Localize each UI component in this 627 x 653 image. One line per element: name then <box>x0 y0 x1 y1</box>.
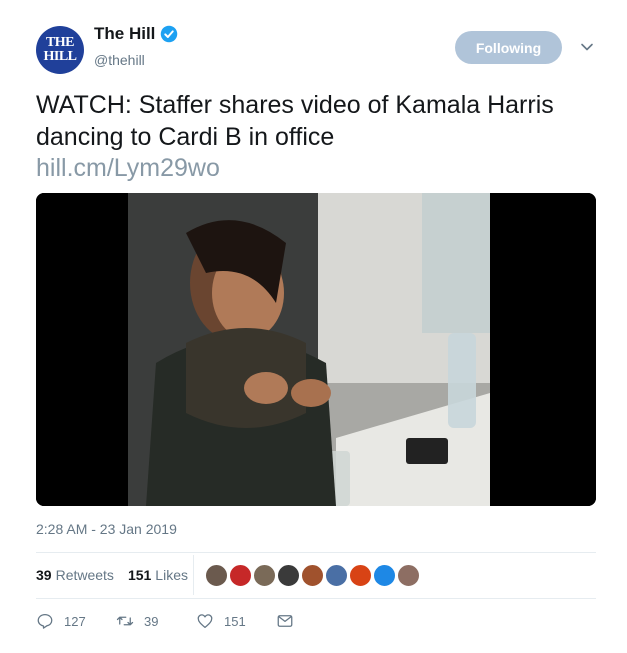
avatar-text-line1: THE <box>45 35 75 50</box>
account-handle[interactable]: @thehill <box>94 52 145 68</box>
verified-badge-icon <box>161 25 178 43</box>
liker-avatar[interactable] <box>373 564 396 587</box>
video-frame <box>36 193 596 506</box>
liker-avatars <box>205 564 421 587</box>
likes-stat[interactable]: 151 Likes <box>128 567 188 583</box>
liker-avatar[interactable] <box>253 564 276 587</box>
like-icon <box>197 614 213 629</box>
video-player[interactable] <box>36 193 596 506</box>
direct-message-icon <box>277 615 293 627</box>
likes-stat-count: 151 <box>127 567 152 583</box>
direct-message-button[interactable] <box>276 612 304 630</box>
reply-button[interactable]: 127 <box>36 612 86 630</box>
account-avatar[interactable]: THE HILL <box>36 26 84 74</box>
liker-avatar[interactable] <box>397 564 420 587</box>
liker-avatar[interactable] <box>277 564 300 587</box>
divider <box>36 598 596 599</box>
like-count: 151 <box>224 613 246 629</box>
liker-avatar[interactable] <box>349 564 372 587</box>
stats-separator <box>193 555 194 595</box>
engagement-stats: 39 Retweets 151 Likes <box>36 567 202 583</box>
retweet-button[interactable]: 39 <box>116 612 158 630</box>
avatar-text-line2: HILL <box>43 49 77 64</box>
likes-stat-label: Likes <box>155 567 188 583</box>
tweet-text: WATCH: Staffer shares video of Kamala Ha… <box>36 91 554 151</box>
retweets-stat-count: 39 <box>36 567 52 583</box>
reply-count: 127 <box>64 613 86 629</box>
retweets-stat-label: Retweets <box>55 567 114 583</box>
like-button[interactable]: 151 <box>196 612 246 630</box>
liker-avatar[interactable] <box>301 564 324 587</box>
retweet-count: 39 <box>144 613 159 629</box>
account-name[interactable]: The Hill <box>94 24 178 44</box>
liker-avatar[interactable] <box>229 564 252 587</box>
following-button[interactable]: Following <box>455 31 562 64</box>
chevron-down-icon[interactable] <box>580 40 594 54</box>
retweet-icon <box>116 616 134 626</box>
tweet-timestamp[interactable]: 2:28 AM - 23 Jan 2019 <box>36 521 177 537</box>
account-name-text[interactable]: The Hill <box>94 24 155 44</box>
tweet-link[interactable]: hill.cm/Lym29wo <box>36 152 220 184</box>
retweets-stat[interactable]: 39 Retweets <box>36 567 114 583</box>
reply-icon <box>37 613 53 629</box>
liker-avatar[interactable] <box>325 564 348 587</box>
divider <box>36 552 596 553</box>
liker-avatar[interactable] <box>205 564 228 587</box>
